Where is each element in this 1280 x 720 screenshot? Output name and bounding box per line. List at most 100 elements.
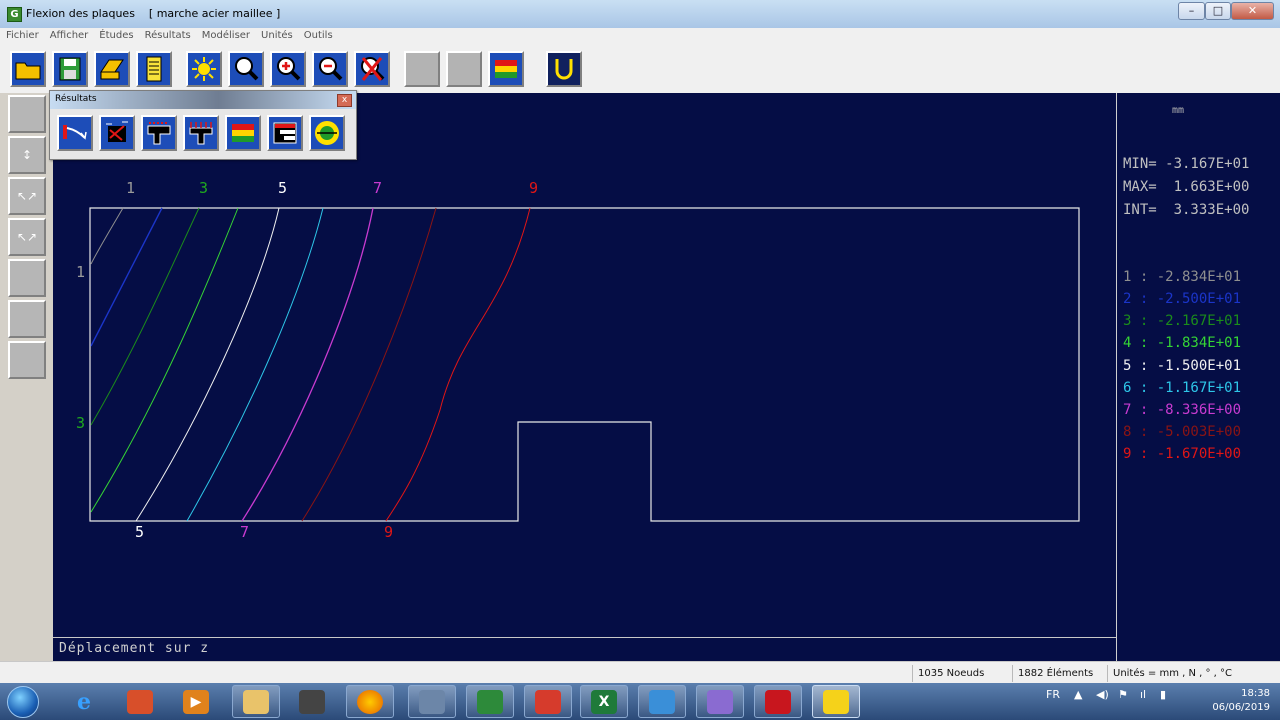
taskbar-media-player[interactable]: ▶ — [172, 685, 220, 718]
left-tool-5[interactable] — [8, 259, 46, 297]
window-title: Flexion des plaques [ marche acier maill… — [26, 7, 281, 20]
legend-entry-2: 2 : -2.500E+01 — [1123, 291, 1242, 307]
menu-modeliser[interactable]: Modéliser — [196, 28, 255, 41]
action-center-icon[interactable]: ⚑ — [1118, 688, 1128, 701]
circle-cross-button[interactable] — [309, 115, 345, 151]
legend-entry-9: 9 : -1.670E+00 — [1123, 446, 1242, 462]
legend-entry-3: 3 : -2.167E+01 — [1123, 313, 1242, 329]
contour-line-2 — [90, 207, 163, 347]
menu-unites[interactable]: Unités — [255, 28, 298, 41]
left-toolbar: ↕ ↖↗ ↖↗ — [0, 93, 53, 660]
contour-line-4 — [90, 207, 239, 513]
zoom-out-icon — [319, 57, 343, 81]
zoom-in-button[interactable] — [270, 51, 306, 87]
taskbar-beam-app[interactable] — [466, 685, 514, 718]
taskbar-app[interactable] — [116, 685, 164, 718]
unit-label: mm — [1172, 105, 1185, 116]
results-palette[interactable]: Résultats x — [49, 90, 357, 160]
clock[interactable]: 18:38 06/06/2019 — [1212, 687, 1270, 715]
legend-panel: mm MIN= -3.167E+01 MAX= 1.663E+00 INT= 3… — [1116, 93, 1280, 661]
save-disk-icon — [59, 57, 81, 81]
legend-entry-4: 4 : -1.834E+01 — [1123, 335, 1242, 351]
menu-afficher[interactable]: Afficher — [44, 28, 94, 41]
menu-resultats[interactable]: Résultats — [139, 28, 196, 41]
taskbar-file-explorer[interactable] — [232, 685, 280, 718]
results-palette-title: Résultats — [55, 94, 97, 104]
close-button[interactable]: ✕ — [1231, 2, 1274, 20]
zoom-out-button[interactable] — [312, 51, 348, 87]
moment-button[interactable] — [141, 115, 177, 151]
ie-icon: e — [77, 688, 91, 715]
left-tool-vertical[interactable]: ↕ — [8, 136, 46, 174]
stress-arrows-button[interactable] — [99, 115, 135, 151]
volume-icon[interactable]: ◀) — [1096, 688, 1109, 701]
show-hidden-icons-icon[interactable]: ▲ — [1074, 688, 1082, 701]
speakers-icon — [299, 689, 325, 714]
contour-label-top-1: 1 — [126, 179, 135, 197]
maximize-button[interactable]: □ — [1205, 2, 1231, 20]
zoom-cancel-icon — [361, 57, 385, 81]
moment-icon — [147, 122, 171, 145]
contour-line-6 — [186, 207, 324, 522]
media-player-icon: ▶ — [183, 689, 209, 714]
results-palette-close-button[interactable]: x — [337, 94, 352, 107]
firefox-icon — [357, 689, 383, 714]
taskbar-speakers[interactable] — [288, 685, 336, 718]
taskbar-firefox[interactable] — [346, 685, 394, 718]
deflection-button[interactable] — [57, 115, 93, 151]
print-button[interactable] — [94, 51, 130, 87]
language-indicator[interactable]: FR — [1046, 688, 1060, 701]
color-map-button[interactable] — [225, 115, 261, 151]
taskbar-pdf[interactable] — [754, 685, 802, 718]
blank-button-1[interactable] — [404, 51, 440, 87]
taskbar-notebook[interactable] — [638, 685, 686, 718]
start-button[interactable] — [7, 686, 39, 718]
vertical-arrow-icon: ↕ — [21, 148, 33, 162]
taskbar-excel[interactable]: X — [580, 685, 628, 718]
menu-etudes[interactable]: Études — [93, 28, 138, 41]
taskbar-sketchup[interactable] — [524, 685, 572, 718]
left-tool-diagonal-2[interactable]: ↖↗ — [8, 218, 46, 256]
diagonal-arrows-icon: ↖↗ — [16, 189, 38, 203]
zoom-in-icon — [277, 57, 301, 81]
contour-bars-button[interactable] — [267, 115, 303, 151]
u-shape-button[interactable] — [546, 51, 582, 87]
legend-entry-8: 8 : -5.003E+00 — [1123, 424, 1242, 440]
contour-label-top-5: 5 — [278, 179, 287, 197]
taskbar-calculator[interactable] — [408, 685, 456, 718]
power-icon[interactable]: ▮ — [1160, 688, 1166, 701]
open-button[interactable] — [10, 51, 46, 87]
menu-bar: Fichier Afficher Études Résultats Modéliser U… — [0, 28, 1280, 46]
blank-button-2[interactable] — [446, 51, 482, 87]
drawing-canvas[interactable]: 1 3 5 7 9 1 3 5 7 9 — [53, 93, 1116, 661]
left-tool-diagonal-1[interactable]: ↖↗ — [8, 177, 46, 215]
left-tool-7[interactable] — [8, 341, 46, 379]
load-button[interactable] — [183, 115, 219, 151]
left-tool-1[interactable] — [8, 95, 46, 133]
taskbar-truss-app[interactable] — [812, 685, 860, 718]
contour-line-5 — [135, 207, 280, 522]
taskbar-ie[interactable]: e — [60, 685, 108, 718]
menu-fichier[interactable]: Fichier — [0, 28, 44, 41]
zoom-button[interactable] — [228, 51, 264, 87]
plate-outline — [89, 207, 1080, 522]
zoom-cancel-button[interactable] — [354, 51, 390, 87]
beam-app-icon — [477, 689, 503, 714]
light-button[interactable] — [186, 51, 222, 87]
taskbar-paint[interactable] — [696, 685, 744, 718]
network-signal-icon[interactable]: ıl — [1140, 688, 1146, 701]
color-scale-button[interactable] — [488, 51, 524, 87]
results-palette-titlebar[interactable]: Résultats x — [50, 91, 356, 109]
u-shape-icon — [555, 59, 573, 80]
notes-button[interactable] — [136, 51, 172, 87]
deflection-icon — [63, 125, 87, 140]
contour-label-bottom-9: 9 — [384, 523, 393, 541]
contour-plot: 1 3 5 7 9 1 3 5 7 9 — [76, 179, 1080, 541]
canvas-status-line: Déplacement sur z — [53, 637, 1116, 661]
save-button[interactable] — [52, 51, 88, 87]
light-icon — [192, 57, 216, 81]
status-bar: 1035 Noeuds 1882 Éléments Unités = mm , … — [0, 661, 1280, 684]
menu-outils[interactable]: Outils — [298, 28, 338, 41]
left-tool-6[interactable] — [8, 300, 46, 338]
minimize-button[interactable]: – — [1178, 2, 1205, 20]
